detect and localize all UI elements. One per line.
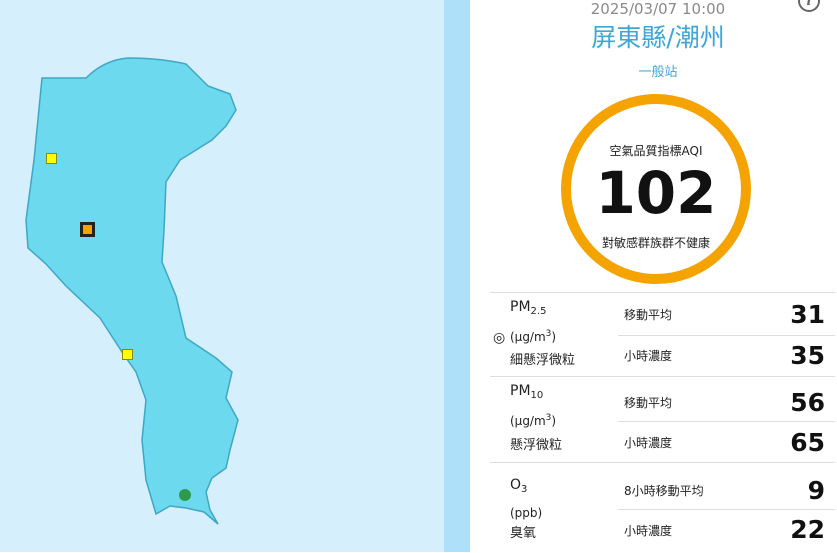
map-area[interactable] (0, 0, 444, 552)
row-label: 小時濃度 (624, 436, 673, 450)
pollutant-desc: 臭氧 (510, 526, 537, 541)
pollutant-unit: (μg/m3) (510, 329, 557, 344)
row-divider (618, 509, 835, 510)
station-marker-yellow[interactable] (46, 153, 57, 164)
aqi-value: 102 (595, 159, 717, 227)
station-marker-green[interactable] (179, 489, 191, 501)
row-value: 35 (790, 341, 825, 370)
row-label: 小時濃度 (624, 524, 673, 538)
aqi-gauge: 空氣品質指標AQI 102 對敏感群族群不健康 (561, 94, 751, 284)
row-label: 8小時移動平均 (624, 484, 704, 498)
pollutant-name: PM10 (510, 383, 544, 401)
row-value: 65 (790, 428, 825, 457)
row-value: 56 (790, 388, 825, 417)
row-value: 31 (790, 300, 825, 329)
row-label: 移動平均 (624, 308, 673, 322)
row-value: 22 (790, 515, 825, 544)
pollutant-name: PM2.5 (510, 299, 547, 317)
station-marker-selected-inner (83, 225, 92, 234)
aqi-label: 空氣品質指標AQI (609, 144, 703, 158)
pollutant-desc: 細懸浮微粒 (510, 353, 576, 368)
aqi-status: 對敏感群族群不健康 (601, 236, 710, 250)
pollutant-pm25: PM2.5 ◎ (μg/m3) 細懸浮微粒 移動平均 31 小時濃度 35 (490, 292, 835, 377)
row-divider (618, 421, 835, 422)
pollutant-unit: (μg/m3) (510, 413, 557, 428)
station-marker-yellow[interactable] (122, 349, 133, 360)
pollutant-desc: 懸浮微粒 (510, 438, 563, 453)
location-target-icon[interactable]: ◎ (493, 330, 505, 346)
pollutant-o3: O3 (ppb) 臭氧 8小時移動平均 9 小時濃度 22 (490, 462, 835, 553)
pollutant-name: O3 (510, 477, 528, 495)
panel-divider (444, 0, 470, 552)
pollutant-pm10: PM10 (μg/m3) 懸浮微粒 移動平均 56 小時濃度 65 (490, 376, 835, 463)
datetime-label: 2025/03/07 10:00 (590, 0, 726, 18)
station-panel: 2025/03/07 10:00 i 屏東縣/潮州 一般站 空氣品質指標AQI … (470, 0, 837, 552)
pollutant-unit: (ppb) (510, 506, 543, 520)
row-label: 移動平均 (624, 396, 673, 410)
row-value: 9 (807, 476, 825, 505)
map-svg[interactable] (0, 0, 444, 552)
site-type: 一般站 (638, 65, 678, 80)
site-name: 屏東縣/潮州 (591, 23, 725, 52)
county-shape[interactable] (25, 57, 239, 525)
station-marker-selected[interactable] (80, 222, 95, 237)
row-label: 小時濃度 (624, 349, 673, 363)
row-divider (618, 335, 835, 336)
